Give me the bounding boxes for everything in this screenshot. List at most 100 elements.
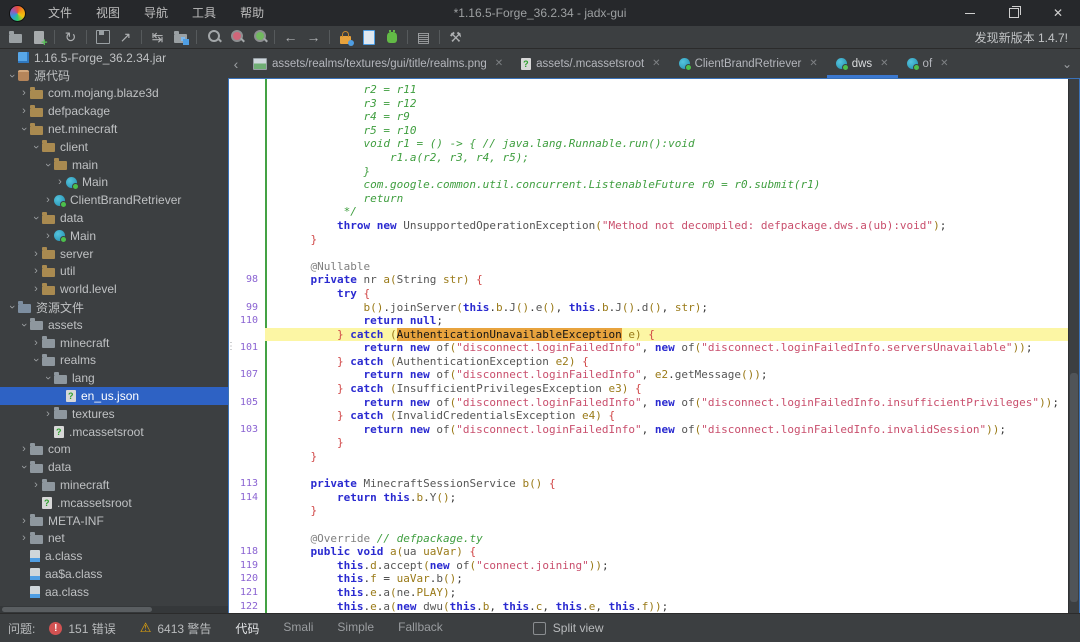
tree-expand-arrow[interactable]: › bbox=[18, 443, 30, 455]
tree-expand-arrow[interactable]: › bbox=[18, 87, 30, 99]
tree-expand-arrow[interactable]: › bbox=[18, 461, 30, 473]
tree-expand-arrow[interactable]: › bbox=[30, 354, 42, 366]
rename-doc-icon[interactable] bbox=[357, 27, 380, 47]
tree-item[interactable]: › Main bbox=[0, 227, 228, 245]
tree-item[interactable]: › world.level bbox=[0, 280, 228, 298]
tree-item[interactable]: a.class bbox=[0, 547, 228, 565]
maximize-button[interactable] bbox=[992, 0, 1036, 26]
scrollbar-thumb[interactable] bbox=[1070, 372, 1078, 603]
code-area[interactable]: r2 = r11 r3 = r12 r4 = r9 r5 = r10 void … bbox=[229, 79, 1069, 613]
tree-item[interactable]: › ClientBrandRetriever bbox=[0, 191, 228, 209]
editor-tab[interactable]: of ✕ bbox=[898, 50, 958, 78]
scrollbar-thumb[interactable] bbox=[2, 607, 152, 612]
tree-expand-arrow[interactable]: › bbox=[42, 408, 54, 420]
tree-item[interactable]: › 资源文件 bbox=[0, 298, 228, 316]
tree-expand-arrow[interactable]: › bbox=[42, 372, 54, 384]
tree-item[interactable]: › net.minecraft bbox=[0, 120, 228, 138]
forward-icon[interactable]: → bbox=[302, 27, 325, 47]
tree-item[interactable]: .mcassetsroot bbox=[0, 423, 228, 441]
menu-item[interactable]: 工具 bbox=[180, 0, 228, 26]
tree-item[interactable]: › com bbox=[0, 441, 228, 459]
class-search-icon[interactable] bbox=[247, 27, 270, 47]
editor-tab[interactable]: assets/realms/textures/gui/title/realms.… bbox=[244, 50, 512, 78]
tree-expand-arrow[interactable]: › bbox=[30, 283, 42, 295]
tree-item[interactable]: › 源代码 bbox=[0, 67, 228, 85]
tree-item[interactable]: › data bbox=[0, 458, 228, 476]
tree-item[interactable]: › server bbox=[0, 245, 228, 263]
tree-expand-arrow[interactable]: › bbox=[18, 319, 30, 331]
tree-item[interactable]: aa.class bbox=[0, 583, 228, 601]
sync-with-editor-icon[interactable] bbox=[169, 27, 192, 47]
view-mode-fallback[interactable]: Fallback bbox=[398, 620, 443, 637]
minimize-button[interactable] bbox=[948, 0, 992, 26]
menu-item[interactable]: 视图 bbox=[84, 0, 132, 26]
tree-item[interactable]: › Main bbox=[0, 174, 228, 192]
tree-expand-arrow[interactable]: › bbox=[18, 532, 30, 544]
back-icon[interactable]: ← bbox=[279, 27, 302, 47]
tree-item[interactable]: aa$a.class bbox=[0, 565, 228, 583]
errors-indicator[interactable]: ! 151 错误 bbox=[49, 620, 116, 637]
tree-expand-arrow[interactable]: › bbox=[6, 70, 18, 82]
tree-item[interactable]: › data bbox=[0, 209, 228, 227]
tab-close-icon[interactable]: ✕ bbox=[809, 58, 817, 69]
tree-item[interactable]: › defpackage bbox=[0, 102, 228, 120]
tree-expand-arrow[interactable]: › bbox=[42, 230, 54, 242]
tab-close-icon[interactable]: ✕ bbox=[652, 58, 660, 69]
tabs-scroll-left-icon[interactable]: ‹ bbox=[228, 56, 244, 72]
update-notice[interactable]: 发现新版本 1.4.7! bbox=[975, 29, 1068, 46]
tree-expand-arrow[interactable]: › bbox=[18, 123, 30, 135]
preferences-icon[interactable]: ⚒ bbox=[444, 27, 467, 47]
tree-item[interactable]: › minecraft bbox=[0, 476, 228, 494]
export-icon[interactable]: ↗ bbox=[114, 27, 137, 47]
tree-expand-arrow[interactable]: › bbox=[30, 479, 42, 491]
tab-close-icon[interactable]: ✕ bbox=[940, 58, 948, 69]
open-file-icon[interactable] bbox=[4, 27, 27, 47]
close-button[interactable]: ✕ bbox=[1036, 0, 1080, 26]
warnings-indicator[interactable]: ⚠ 6413 警告 bbox=[116, 620, 212, 637]
tree-expand-arrow[interactable]: › bbox=[6, 301, 18, 313]
tree-expand-arrow[interactable]: › bbox=[18, 515, 30, 527]
tree-expand-arrow[interactable]: › bbox=[30, 212, 42, 224]
tree-expand-arrow[interactable]: › bbox=[30, 337, 42, 349]
tree-item[interactable]: › minecraft bbox=[0, 334, 228, 352]
text-search-icon[interactable] bbox=[224, 27, 247, 47]
debug-icon[interactable] bbox=[380, 27, 403, 47]
tree-item[interactable]: › util bbox=[0, 263, 228, 281]
split-view-checkbox[interactable] bbox=[532, 621, 546, 635]
tree-item[interactable]: › realms bbox=[0, 352, 228, 370]
tree-item[interactable]: › assets bbox=[0, 316, 228, 334]
tree-expand-arrow[interactable]: › bbox=[30, 141, 42, 153]
menu-item[interactable]: 导航 bbox=[132, 0, 180, 26]
project-tree[interactable]: 1.16.5-Forge_36.2.34.jar › 源代码 › com.mojang.… bbox=[0, 49, 228, 614]
save-all-icon[interactable] bbox=[91, 27, 114, 47]
add-files-icon[interactable]: + bbox=[27, 27, 50, 48]
tree-expand-arrow[interactable]: › bbox=[42, 159, 54, 171]
tree-item[interactable]: › META-INF bbox=[0, 512, 228, 530]
tree-expand-arrow[interactable]: › bbox=[54, 176, 66, 188]
menu-item[interactable]: 帮助 bbox=[228, 0, 276, 26]
search-icon[interactable] bbox=[201, 27, 224, 47]
reload-icon[interactable]: ↻ bbox=[59, 27, 82, 47]
tree-expand-arrow[interactable]: › bbox=[30, 248, 42, 260]
tree-item[interactable]: en_us.json bbox=[0, 387, 228, 405]
editor-vertical-scrollbar[interactable] bbox=[1068, 79, 1079, 613]
menu-item[interactable]: 文件 bbox=[36, 0, 84, 26]
tree-item[interactable]: › client bbox=[0, 138, 228, 156]
tree-item[interactable]: › textures bbox=[0, 405, 228, 423]
tree-item[interactable]: 1.16.5-Forge_36.2.34.jar bbox=[0, 49, 228, 67]
view-mode-code[interactable]: 代码 bbox=[235, 620, 259, 637]
log-viewer-icon[interactable]: ▤ bbox=[412, 27, 435, 47]
tree-expand-arrow[interactable]: › bbox=[18, 105, 30, 117]
tree-item[interactable]: .mcassetsroot bbox=[0, 494, 228, 512]
tree-expand-arrow[interactable]: › bbox=[42, 194, 54, 206]
code-editor[interactable]: ⋮ r2 = r11 r3 = r12 r4 = r9 r5 = r10 voi… bbox=[228, 78, 1080, 614]
tree-item[interactable]: › net bbox=[0, 530, 228, 548]
editor-tab[interactable]: dws ✕ bbox=[826, 50, 898, 78]
flat-packages-icon[interactable]: ↹ bbox=[146, 27, 169, 47]
editor-tab[interactable]: ClientBrandRetriever ✕ bbox=[670, 50, 827, 78]
tree-item[interactable]: › lang bbox=[0, 369, 228, 387]
editor-tab[interactable]: assets/.mcassetsroot ✕ bbox=[512, 50, 669, 78]
view-mode-smali[interactable]: Smali bbox=[283, 620, 313, 637]
tab-close-icon[interactable]: ✕ bbox=[880, 58, 888, 69]
view-mode-simple[interactable]: Simple bbox=[337, 620, 374, 637]
